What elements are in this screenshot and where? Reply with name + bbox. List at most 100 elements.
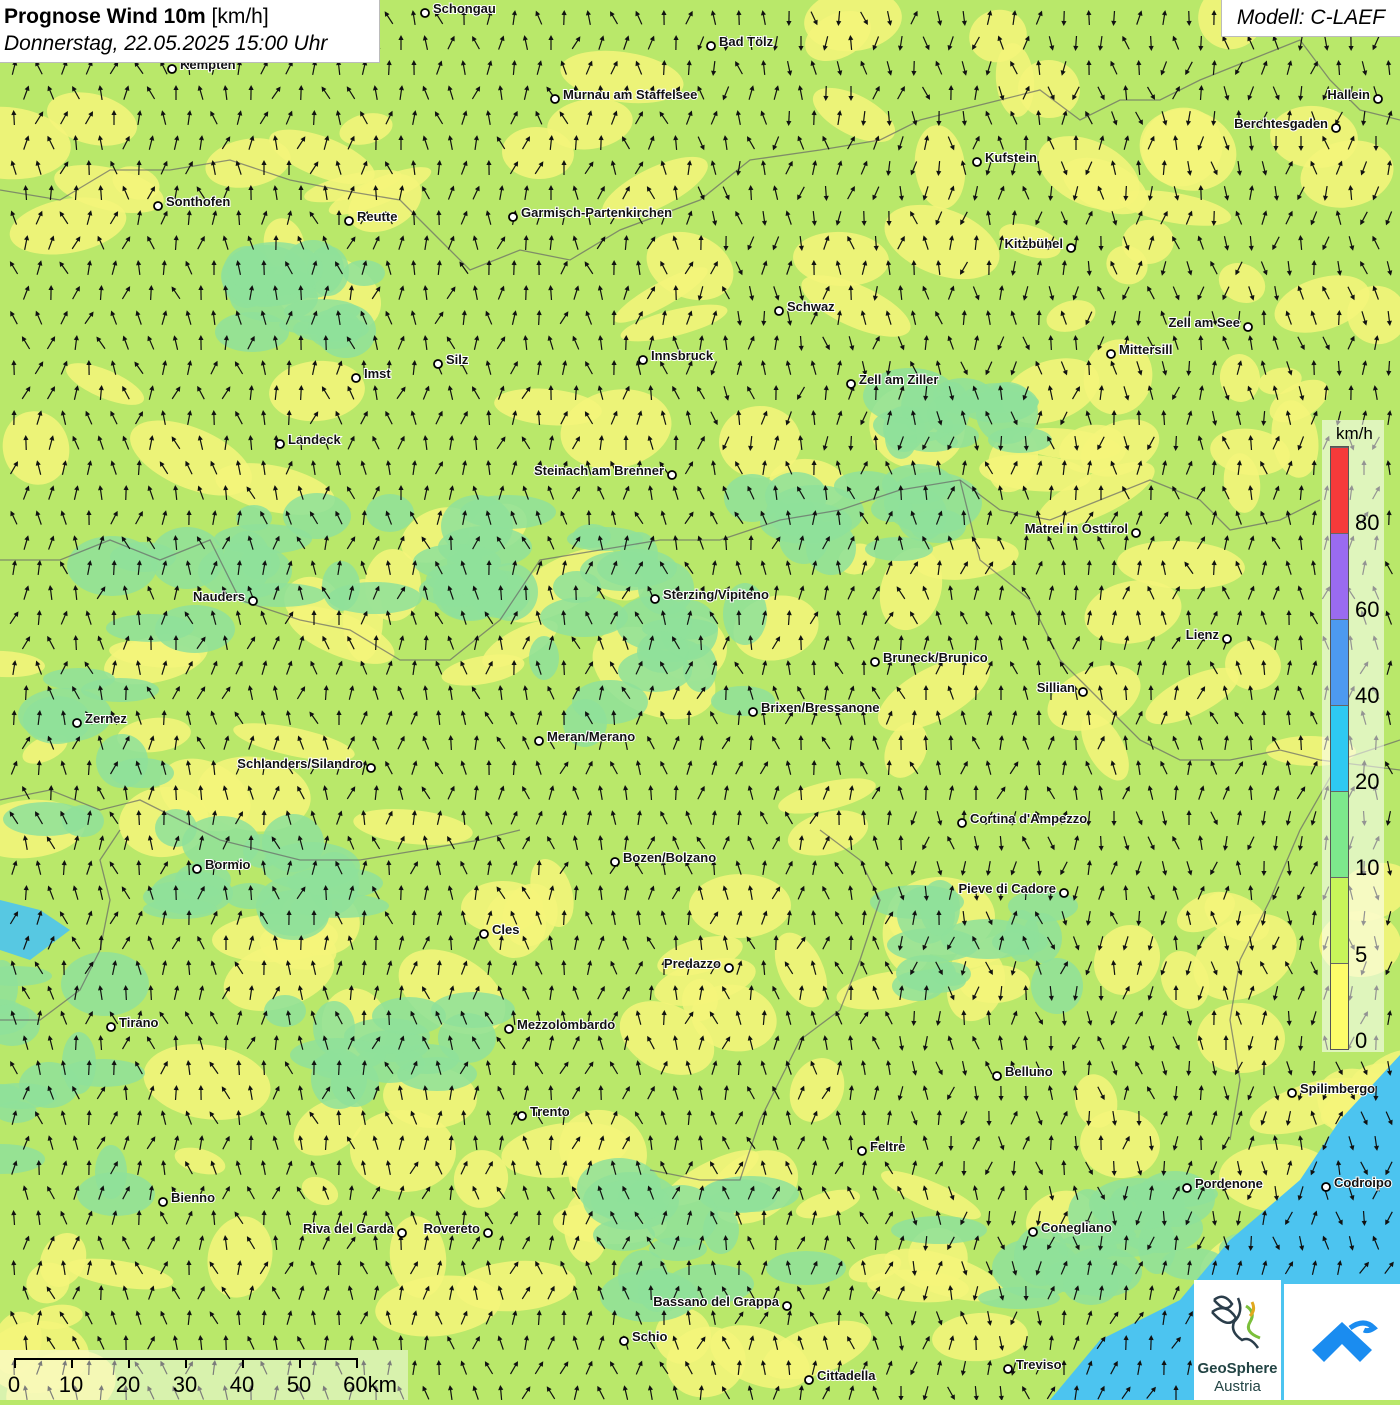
- breeze-area: [264, 995, 306, 1027]
- breeze-area: [941, 919, 1035, 959]
- scale-tick: [242, 1358, 244, 1368]
- breeze-area: [366, 494, 414, 532]
- city-label: Trento: [530, 1104, 570, 1119]
- city-label: Riva del Garda: [303, 1221, 395, 1236]
- city-label: Cles: [492, 922, 519, 937]
- legend-color-step: [1331, 877, 1348, 963]
- city-label: Reutte: [357, 209, 397, 224]
- city-label: Sonthofen: [166, 194, 230, 209]
- breeze-area: [372, 997, 446, 1035]
- city-label: Zell am See: [1168, 315, 1240, 330]
- city-label: Schongau: [433, 1, 496, 16]
- legend-value-label: 20: [1355, 769, 1379, 795]
- city-label: Sterzing/Vipiteno: [663, 587, 769, 602]
- city-label: Brixen/Bressanone: [761, 700, 880, 715]
- scale-tick: [185, 1358, 187, 1368]
- breeze-area: [438, 1013, 496, 1063]
- breeze-area: [236, 505, 272, 531]
- geosphere-logo: GeoSphere Austria: [1194, 1280, 1281, 1400]
- city-marker: Zell am See: [1168, 315, 1252, 331]
- city-label: Landeck: [288, 432, 342, 447]
- city-label: Zell am Ziller: [859, 372, 938, 387]
- scale-tick: [356, 1358, 358, 1368]
- city-label: Murnau am Staffelsee: [563, 87, 697, 102]
- breeze-area: [290, 1038, 386, 1072]
- city-marker: Pordenone: [1183, 1176, 1263, 1192]
- city-marker: Matrei in Osttirol: [1025, 521, 1140, 537]
- city-label: Nauders: [193, 589, 245, 604]
- legend-color-step: [1331, 619, 1348, 705]
- wind-forecast-map: SchongauBad TölzKemptenMurnau am Staffel…: [0, 0, 1400, 1400]
- breeze-area: [927, 395, 967, 433]
- app-arrow-icon: [1284, 1284, 1400, 1400]
- scale-label: 10: [59, 1372, 83, 1398]
- city-marker: Conegliano: [1029, 1220, 1112, 1236]
- legend-color-step: [1331, 963, 1348, 1049]
- forecast-date: Donnerstag, 22.05.2025 15:00 Uhr: [4, 30, 379, 58]
- city-label: Cortina d'Ampezzo: [970, 811, 1087, 826]
- legend-value-label: 10: [1355, 855, 1379, 881]
- city-label: Conegliano: [1041, 1220, 1112, 1235]
- city-marker: Mezzolombardo: [505, 1017, 615, 1033]
- scale-label: 30: [173, 1372, 197, 1398]
- legend-color-step: [1331, 533, 1348, 619]
- breeze-area: [322, 561, 360, 611]
- city-label: Tirano: [119, 1015, 159, 1030]
- legend-color-step: [1331, 447, 1348, 533]
- city-marker: Bruneck/Brunico: [871, 650, 988, 666]
- title-main: Prognose Wind 10m: [4, 5, 206, 28]
- city-label: Steinach am Brenner: [534, 463, 664, 478]
- scale-label: 40: [230, 1372, 254, 1398]
- city-marker: Bassano del Grappa: [653, 1294, 791, 1310]
- wind-app-icon: [1284, 1284, 1400, 1400]
- city-label: Kufstein: [985, 150, 1037, 165]
- city-label: Bormio: [205, 857, 251, 872]
- breeze-area: [67, 536, 157, 596]
- legend-value-label: 40: [1355, 683, 1379, 709]
- city-label: Imst: [364, 366, 391, 381]
- model-label: Modell: C-LAEF: [1221, 0, 1400, 37]
- city-marker: Bozen/Bolzano: [611, 850, 716, 866]
- city-marker: Zell am Ziller: [847, 372, 938, 388]
- geosphere-sub: Austria: [1194, 1378, 1281, 1395]
- city-marker: Spilimbergo: [1288, 1081, 1375, 1097]
- breeze-area: [110, 758, 174, 788]
- city-label: Cittadella: [817, 1368, 876, 1383]
- breeze-area: [553, 571, 601, 603]
- city-label: Meran/Merano: [547, 729, 635, 744]
- scale-label: 0: [8, 1372, 20, 1398]
- city-label: Garmisch-Partenkirchen: [521, 205, 672, 220]
- city-label: Bozen/Bolzano: [623, 850, 716, 865]
- breeze-area: [597, 549, 677, 587]
- city-label: Schio: [632, 1329, 667, 1344]
- city-marker: Berchtesgaden: [1234, 116, 1340, 132]
- city-marker: Sterzing/Vipiteno: [651, 587, 769, 603]
- city-marker: Riva del Garda: [303, 1221, 406, 1237]
- city-marker: Murnau am Staffelsee: [551, 87, 697, 103]
- legend-color-bar: [1330, 446, 1349, 1050]
- breeze-area: [885, 417, 917, 459]
- scale-tick: [128, 1358, 130, 1368]
- city-label: Mezzolombardo: [517, 1017, 615, 1032]
- city-label: Kitzbühel: [1005, 236, 1064, 251]
- scale-label: 60km: [343, 1372, 397, 1398]
- city-label: Hallein: [1327, 87, 1370, 102]
- city-label: Mittersill: [1119, 342, 1172, 357]
- city-marker: Pieve di Cadore: [958, 881, 1068, 897]
- city-marker: Steinach am Brenner: [534, 463, 676, 479]
- city-marker: Brixen/Bressanone: [749, 700, 880, 716]
- breeze-area: [529, 636, 559, 680]
- legend-color-step: [1331, 791, 1348, 877]
- breeze-area: [150, 527, 224, 589]
- legend-value-label: 60: [1355, 597, 1379, 623]
- city-label: Schwaz: [787, 299, 835, 314]
- map-title-box: Prognose Wind 10m [km/h] Donnerstag, 22.…: [0, 0, 380, 63]
- city-label: Spilimbergo: [1300, 1081, 1375, 1096]
- legend-value-label: 0: [1355, 1028, 1367, 1054]
- city-label: Bassano del Grappa: [653, 1294, 779, 1309]
- geosphere-swirl-icon: [1194, 1280, 1281, 1360]
- breeze-area: [892, 971, 944, 1001]
- scale-tick: [71, 1358, 73, 1368]
- scale-tick: [299, 1358, 301, 1368]
- city-marker: Innsbruck: [639, 348, 714, 364]
